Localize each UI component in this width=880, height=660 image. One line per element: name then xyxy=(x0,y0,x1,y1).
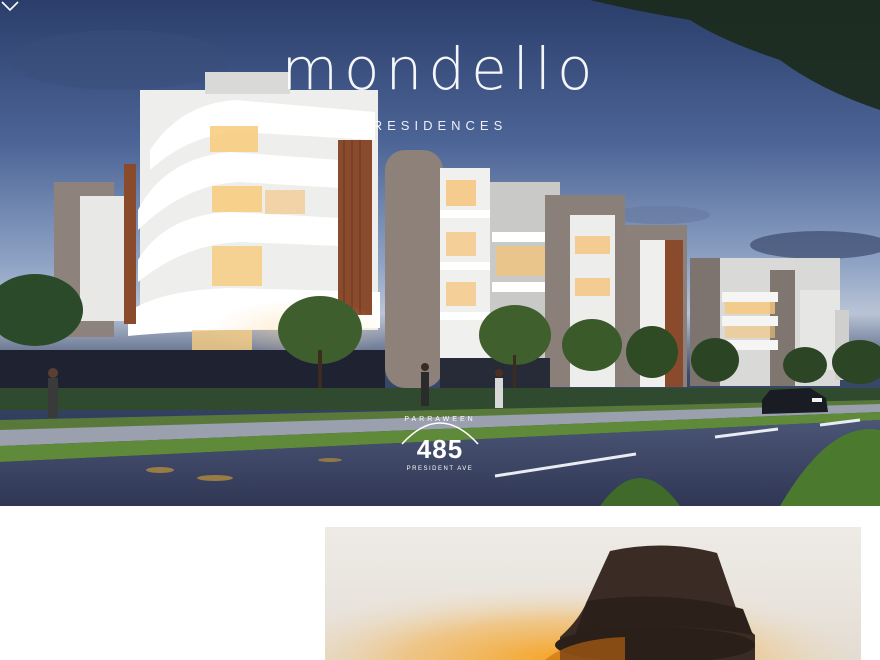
badge-street-name: PRESIDENT AVE xyxy=(406,466,474,472)
chevron-down-icon[interactable] xyxy=(0,0,20,12)
hero-banner: mondello RESIDENCES PARRAWEEN 485 PRESID… xyxy=(0,0,880,506)
brand-tagline: RESIDENCES xyxy=(372,118,508,133)
badge-suburb: PARRAWEEN xyxy=(404,416,476,423)
hat-photo-illustration xyxy=(325,527,861,660)
badge-street-number: 485 xyxy=(416,434,464,464)
feature-image xyxy=(325,527,861,660)
brand-logo[interactable]: mondello RESIDENCES xyxy=(0,40,880,133)
brand-wordmark: mondello xyxy=(281,35,599,103)
address-badge: PARRAWEEN 485 PRESIDENT AVE xyxy=(398,410,482,500)
pedestrian xyxy=(48,378,58,418)
